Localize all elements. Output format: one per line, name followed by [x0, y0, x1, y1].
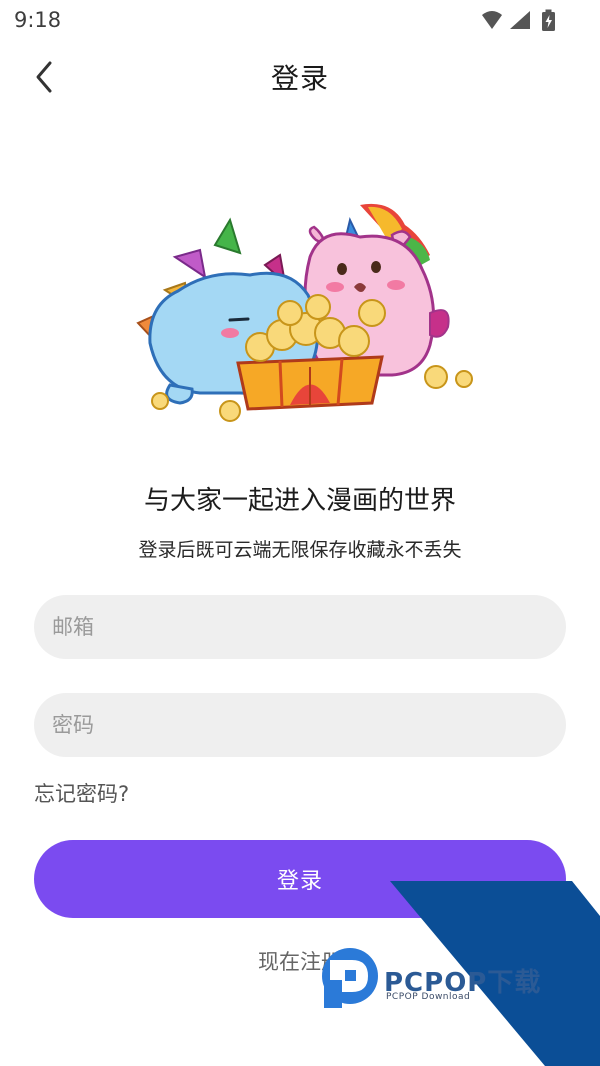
- signal-icon: [510, 11, 530, 29]
- wifi-icon: [482, 11, 502, 29]
- battery-icon: [542, 9, 555, 31]
- subline: 登录后既可云端无限保存收藏永不丢失: [138, 539, 462, 561]
- register-link[interactable]: 现在注册: [0, 946, 600, 976]
- headline: 与大家一起进入漫画的世界: [143, 486, 456, 516]
- forgot-password-link[interactable]: 忘记密码?: [34, 778, 129, 808]
- login-button[interactable]: 登录: [34, 840, 566, 918]
- nav-bar: 登录: [0, 45, 600, 109]
- status-icons: [482, 9, 555, 31]
- watermark-sub: PCPOP Download: [386, 992, 471, 1002]
- password-field[interactable]: [34, 693, 566, 757]
- mascot-illustration: [136, 203, 473, 422]
- email-field[interactable]: [34, 595, 566, 659]
- page-title: 登录: [270, 62, 329, 95]
- pink-unicorn-icon: [303, 203, 450, 377]
- status-time: 9:18: [14, 8, 62, 32]
- status-bar: 9:18: [0, 0, 600, 40]
